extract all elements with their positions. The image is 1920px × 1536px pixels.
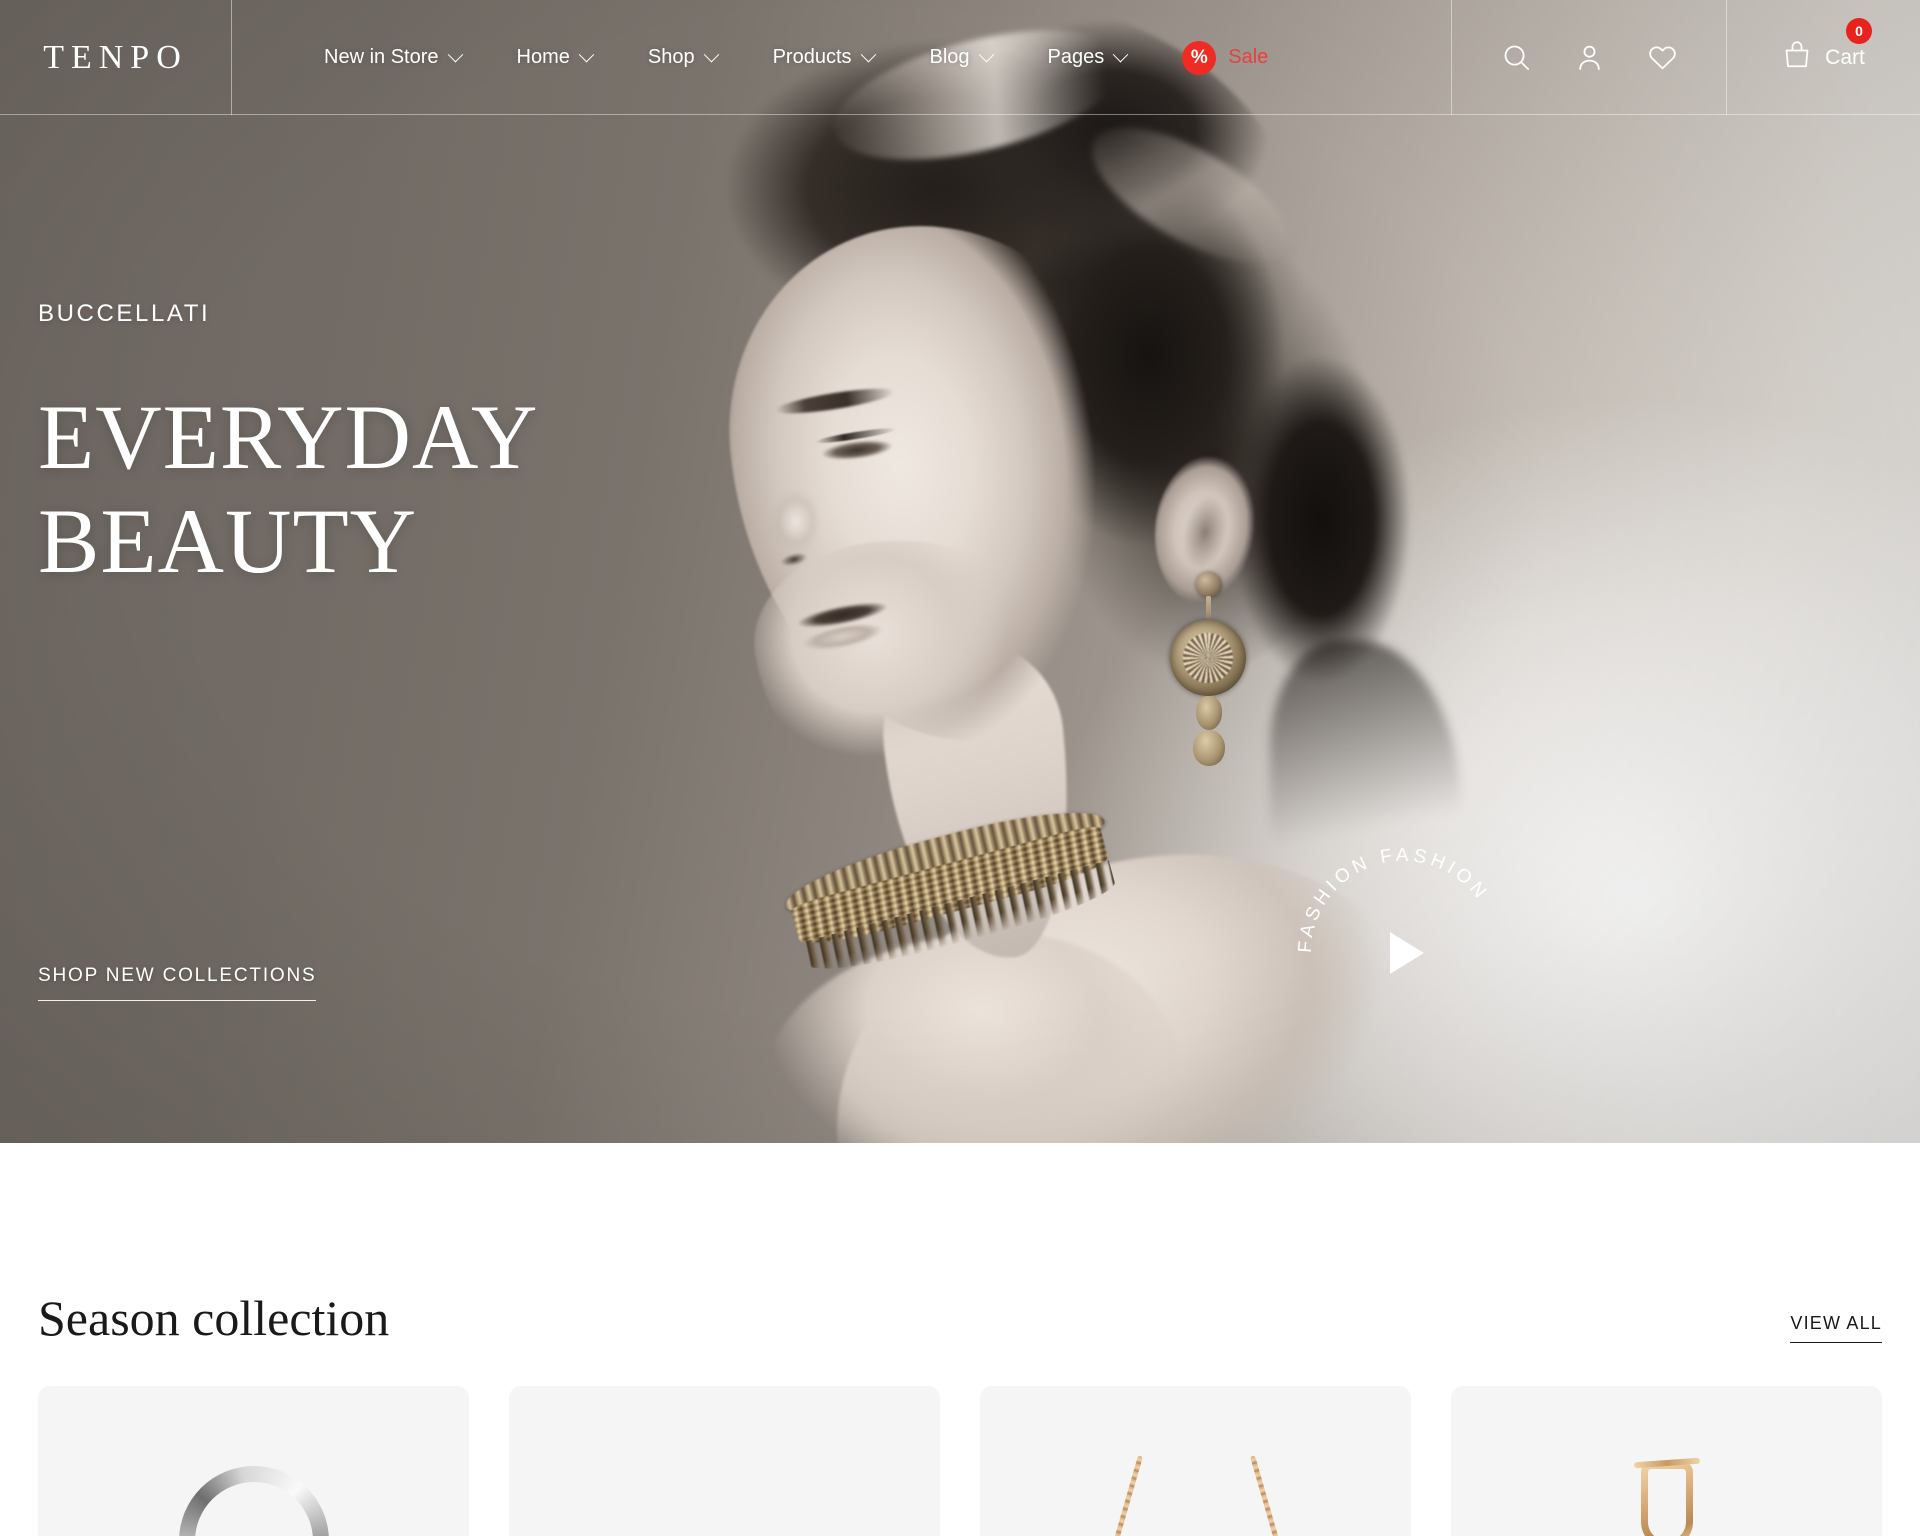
site-header: TENPO New in Store Home Shop Products Bl… — [0, 0, 1920, 115]
main-navigation: New in Store Home Shop Products Blog Pag… — [232, 0, 1452, 115]
hero-title-line-2: BEAUTY — [38, 489, 418, 592]
product-image-gold-hoop-earring — [1451, 1386, 1882, 1536]
shop-new-collections-link[interactable]: SHOP NEW COLLECTIONS — [38, 965, 317, 1001]
percent-discount-icon: % — [1182, 40, 1217, 75]
nav-item-sale[interactable]: % Sale — [1154, 40, 1296, 75]
cart-count-badge: 0 — [1846, 18, 1872, 44]
nav-item-products[interactable]: Products — [745, 46, 902, 69]
view-all-link[interactable]: VIEW ALL — [1790, 1313, 1882, 1343]
season-collection-section: Season collection VIEW ALL — [0, 1143, 1920, 1536]
chevron-down-icon — [578, 46, 595, 63]
nav-label: Home — [516, 46, 570, 68]
product-card-gold-chain-necklace[interactable] — [980, 1386, 1411, 1536]
search-icon[interactable] — [1501, 42, 1532, 73]
nav-label: Shop — [647, 46, 695, 68]
chevron-down-icon — [978, 46, 994, 63]
cart-label: Cart — [1825, 45, 1865, 69]
product-card-gold-hoop-earring[interactable] — [1451, 1386, 1882, 1536]
nav-item-new-in-store[interactable]: New in Store — [296, 46, 489, 69]
header-icon-group — [1452, 0, 1727, 115]
chevron-down-icon — [447, 46, 463, 63]
chevron-down-icon — [1112, 46, 1129, 63]
wishlist-heart-icon[interactable] — [1647, 42, 1678, 73]
brand-logo[interactable]: TENPO — [43, 39, 188, 77]
chevron-down-icon — [860, 46, 876, 63]
nav-item-home[interactable]: Home — [489, 46, 620, 69]
hero-title: EVERYDAY BEAUTY — [38, 386, 538, 594]
account-icon[interactable] — [1574, 42, 1605, 73]
nav-label: Products — [772, 46, 852, 68]
nav-item-shop[interactable]: Shop — [620, 46, 745, 69]
nav-label: New in Store — [324, 46, 439, 68]
product-card-silver-ring[interactable] — [38, 1386, 469, 1536]
sale-label: Sale — [1228, 46, 1269, 68]
header-divider — [0, 114, 1920, 115]
nav-item-blog[interactable]: Blog — [902, 46, 1020, 69]
product-card-silver-drop-earrings[interactable] — [509, 1386, 940, 1536]
nav-label: Pages — [1047, 46, 1105, 68]
logo-area[interactable]: TENPO — [0, 0, 232, 115]
nav-item-pages[interactable]: Pages — [1020, 46, 1155, 69]
fashion-video-badge[interactable]: FASHION FASHION — [1288, 838, 1518, 1068]
product-image-gold-chain-necklace — [980, 1386, 1411, 1536]
hero-copy: BUCCELLATI EVERYDAY BEAUTY — [38, 300, 538, 594]
hero-title-line-1: EVERYDAY — [38, 386, 539, 488]
page-root: BUCCELLATI EVERYDAY BEAUTY SHOP NEW COLL… — [0, 0, 1920, 1536]
play-triangle-icon[interactable] — [1390, 932, 1424, 974]
hero-section: BUCCELLATI EVERYDAY BEAUTY SHOP NEW COLL… — [0, 0, 1920, 1143]
season-header: Season collection VIEW ALL — [38, 1293, 1882, 1343]
nav-label: Blog — [929, 46, 970, 68]
product-image-silver-ring — [38, 1386, 469, 1536]
chevron-down-icon — [703, 46, 719, 63]
hero-eyebrow: BUCCELLATI — [38, 300, 211, 327]
season-title: Season collection — [38, 1290, 390, 1346]
cart-button[interactable]: Cart 0 — [1727, 0, 1920, 115]
product-image-silver-drop-earrings — [509, 1386, 940, 1536]
cart-bag-icon — [1782, 40, 1812, 75]
product-card-grid — [38, 1386, 1882, 1536]
